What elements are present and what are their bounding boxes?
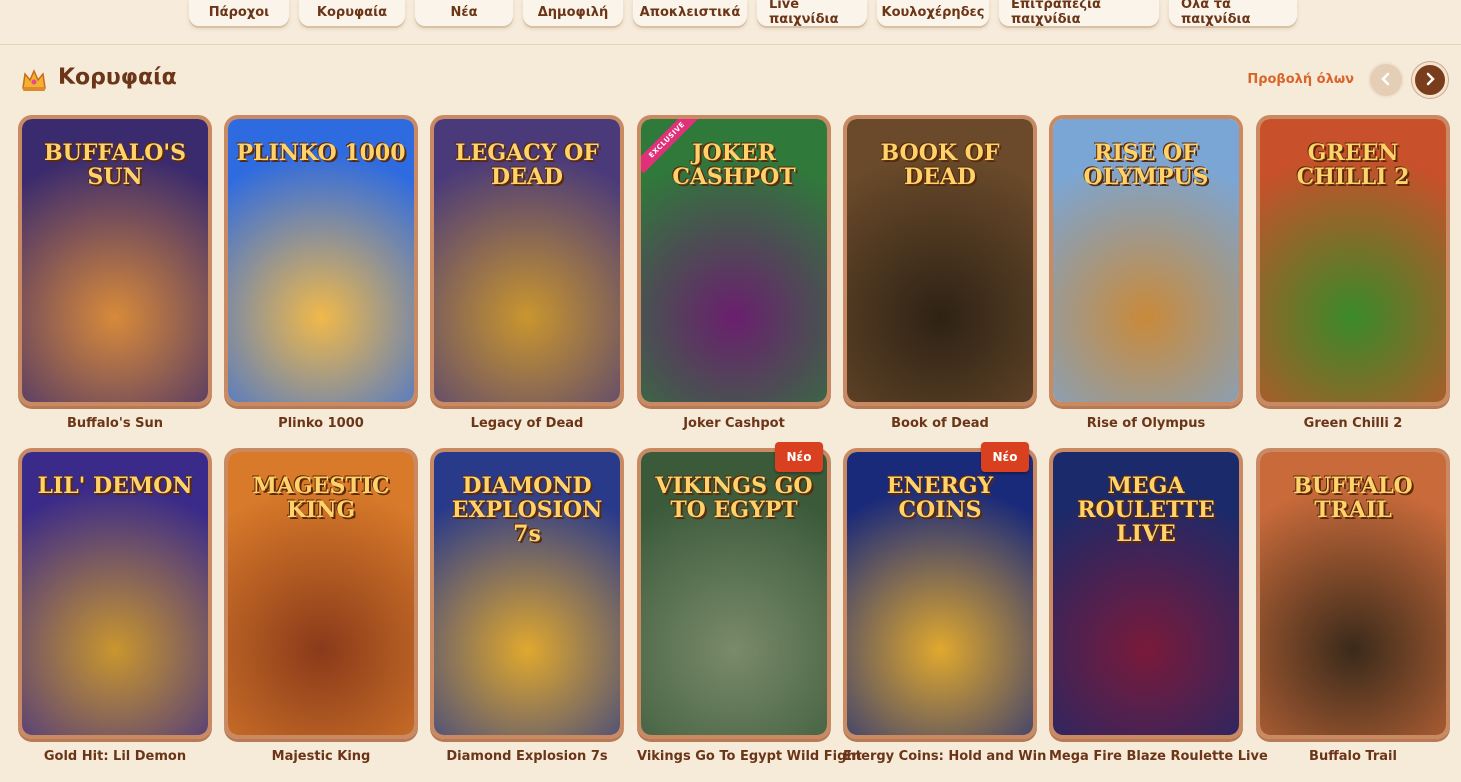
game-art: DIAMOND EXPLOSION 7s <box>434 452 620 735</box>
tab-slots[interactable]: Κουλοχέρηδες <box>877 0 989 26</box>
tab-top[interactable]: Κορυφαία <box>299 0 405 26</box>
game-name[interactable]: Green Chilli 2 <box>1256 416 1450 431</box>
game-card[interactable]: MAGESTIC KING Majestic King <box>224 448 418 764</box>
crown-icon <box>20 66 48 94</box>
category-bar: Πάροχοι Κορυφαία Νέα Δημοφιλή Αποκλειστι… <box>0 0 1461 45</box>
game-art: BUFFALO TRAIL <box>1260 452 1446 735</box>
game-art: RISE OF OLYMPUS <box>1053 119 1239 402</box>
game-name[interactable]: Mega Fire Blaze Roulette Live <box>1049 749 1268 764</box>
game-logo-text: BUFFALO TRAIL <box>1293 473 1413 523</box>
game-logo-text: JOKER CASHPOT <box>672 140 796 190</box>
game-logo-text: LIL' DEMON <box>37 473 193 499</box>
game-logo-text: ENERGY COINS <box>886 473 994 523</box>
game-thumbnail[interactable]: DIAMOND EXPLOSION 7s <box>430 448 624 739</box>
game-art: BOOK OF DEAD <box>847 119 1033 402</box>
game-art: LEGACY OF DEAD <box>434 119 620 402</box>
category-tabs: Πάροχοι Κορυφαία Νέα Δημοφιλή Αποκλειστι… <box>189 0 1297 27</box>
game-thumbnail[interactable]: BUFFALO TRAIL <box>1256 448 1450 739</box>
game-logo-text: BOOK OF DEAD <box>880 140 1000 190</box>
game-logo-text: RISE OF OLYMPUS <box>1083 140 1209 190</box>
game-card[interactable]: DIAMOND EXPLOSION 7s Diamond Explosion 7s <box>430 448 624 764</box>
game-art: GREEN CHILLI 2 <box>1260 119 1446 402</box>
game-art: VIKINGS GO TO EGYPT <box>641 452 827 735</box>
game-name[interactable]: Legacy of Dead <box>430 416 624 431</box>
game-art: ENERGY COINS <box>847 452 1033 735</box>
tab-table-games[interactable]: Επιτραπέζια παιχνίδια <box>999 0 1159 27</box>
game-card[interactable]: BOOK OF DEAD Book of Dead <box>843 115 1037 431</box>
game-thumbnail[interactable]: ENERGY COINS <box>843 448 1037 739</box>
carousel-next-button[interactable] <box>1412 62 1448 98</box>
game-card[interactable]: RISE OF OLYMPUS Rise of Olympus <box>1049 115 1243 431</box>
game-logo-text: PLINKO 1000 <box>236 140 406 166</box>
game-name[interactable]: Joker Cashpot <box>637 416 831 431</box>
game-art: MEGA ROULETTE LIVE <box>1053 452 1239 735</box>
game-card[interactable]: BUFFALO TRAIL Buffalo Trail <box>1256 448 1450 764</box>
game-thumbnail[interactable]: MEGA ROULETTE LIVE <box>1049 448 1243 739</box>
game-thumbnail[interactable]: LIL' DEMON <box>18 448 212 739</box>
game-art: PLINKO 1000 <box>228 119 414 402</box>
game-logo-text: VIKINGS GO TO EGYPT <box>655 473 813 523</box>
game-logo-text: LEGACY OF DEAD <box>455 140 599 190</box>
game-logo-text: MAGESTIC KING <box>252 473 390 523</box>
game-thumbnail[interactable]: MAGESTIC KING <box>224 448 418 739</box>
game-thumbnail[interactable]: LEGACY OF DEAD <box>430 115 624 406</box>
game-name[interactable]: Buffalo Trail <box>1256 749 1450 764</box>
game-art: BUFFALO'S SUN <box>22 119 208 402</box>
game-thumbnail[interactable]: BUFFALO'S SUN <box>18 115 212 406</box>
game-card[interactable]: LEGACY OF DEAD Legacy of Dead <box>430 115 624 431</box>
section-title: Κορυφαία <box>58 65 177 90</box>
section-header: Κορυφαία Προβολή όλων <box>18 62 1448 102</box>
tab-popular[interactable]: Δημοφιλή <box>523 0 623 26</box>
view-all-link[interactable]: Προβολή όλων <box>1247 72 1354 87</box>
tab-providers[interactable]: Πάροχοι <box>189 0 289 26</box>
new-badge: Νέο <box>775 442 823 472</box>
game-thumbnail[interactable]: BOOK OF DEAD <box>843 115 1037 406</box>
game-card[interactable]: LIL' DEMON Gold Hit: Lil Demon <box>18 448 212 764</box>
game-thumbnail[interactable]: PLINKO 1000 <box>224 115 418 406</box>
game-name[interactable]: Majestic King <box>224 749 418 764</box>
game-logo-text: GREEN CHILLI 2 <box>1296 140 1410 190</box>
tab-all-games[interactable]: Ολα τα παιχνίδια <box>1169 0 1297 27</box>
game-card[interactable]: GREEN CHILLI 2 Green Chilli 2 <box>1256 115 1450 431</box>
game-art: LIL' DEMON <box>22 452 208 735</box>
game-name[interactable]: Rise of Olympus <box>1049 416 1243 431</box>
game-logo-text: BUFFALO'S SUN <box>43 140 187 190</box>
game-name[interactable]: Buffalo's Sun <box>18 416 212 431</box>
chevron-right-icon <box>1423 71 1437 90</box>
game-name[interactable]: Plinko 1000 <box>224 416 418 431</box>
game-card[interactable]: VIKINGS GO TO EGYPT Νέο Vikings Go To Egyp… <box>637 442 862 764</box>
game-art: MAGESTIC KING <box>228 452 414 735</box>
game-card[interactable]: MEGA ROULETTE LIVE Mega Fire Blaze Roulet… <box>1049 448 1268 764</box>
game-name[interactable]: Gold Hit: Lil Demon <box>18 749 212 764</box>
game-card[interactable]: PLINKO 1000 Plinko 1000 <box>224 115 418 431</box>
carousel-prev-button[interactable] <box>1368 62 1404 98</box>
game-thumbnail[interactable]: VIKINGS GO TO EGYPT <box>637 448 831 739</box>
tab-new[interactable]: Νέα <box>415 0 513 26</box>
game-card[interactable]: ENERGY COINS Νέο Energy Coins: Hold and Wi… <box>843 442 1046 764</box>
game-name[interactable]: Book of Dead <box>843 416 1037 431</box>
game-thumbnail[interactable]: JOKER CASHPOT EXCLUSIVE <box>637 115 831 406</box>
game-logo-text: DIAMOND EXPLOSION 7s <box>451 473 603 547</box>
new-badge: Νέο <box>981 442 1029 472</box>
game-thumbnail[interactable]: RISE OF OLYMPUS <box>1049 115 1243 406</box>
game-logo-text: MEGA ROULETTE LIVE <box>1077 473 1215 547</box>
game-thumbnail[interactable]: GREEN CHILLI 2 <box>1256 115 1450 406</box>
game-card[interactable]: JOKER CASHPOT EXCLUSIVE Joker Cashpot <box>637 115 831 431</box>
tab-exclusive[interactable]: Αποκλειστικά <box>633 0 747 26</box>
game-art: JOKER CASHPOT <box>641 119 827 402</box>
chevron-left-icon <box>1379 71 1393 90</box>
game-name[interactable]: Energy Coins: Hold and Win <box>843 749 1046 764</box>
game-card[interactable]: BUFFALO'S SUN Buffalo's Sun <box>18 115 212 431</box>
tab-live-games[interactable]: Live παιχνίδια <box>757 0 867 27</box>
game-name[interactable]: Vikings Go To Egypt Wild Fight <box>637 749 862 764</box>
game-name[interactable]: Diamond Explosion 7s <box>430 749 624 764</box>
